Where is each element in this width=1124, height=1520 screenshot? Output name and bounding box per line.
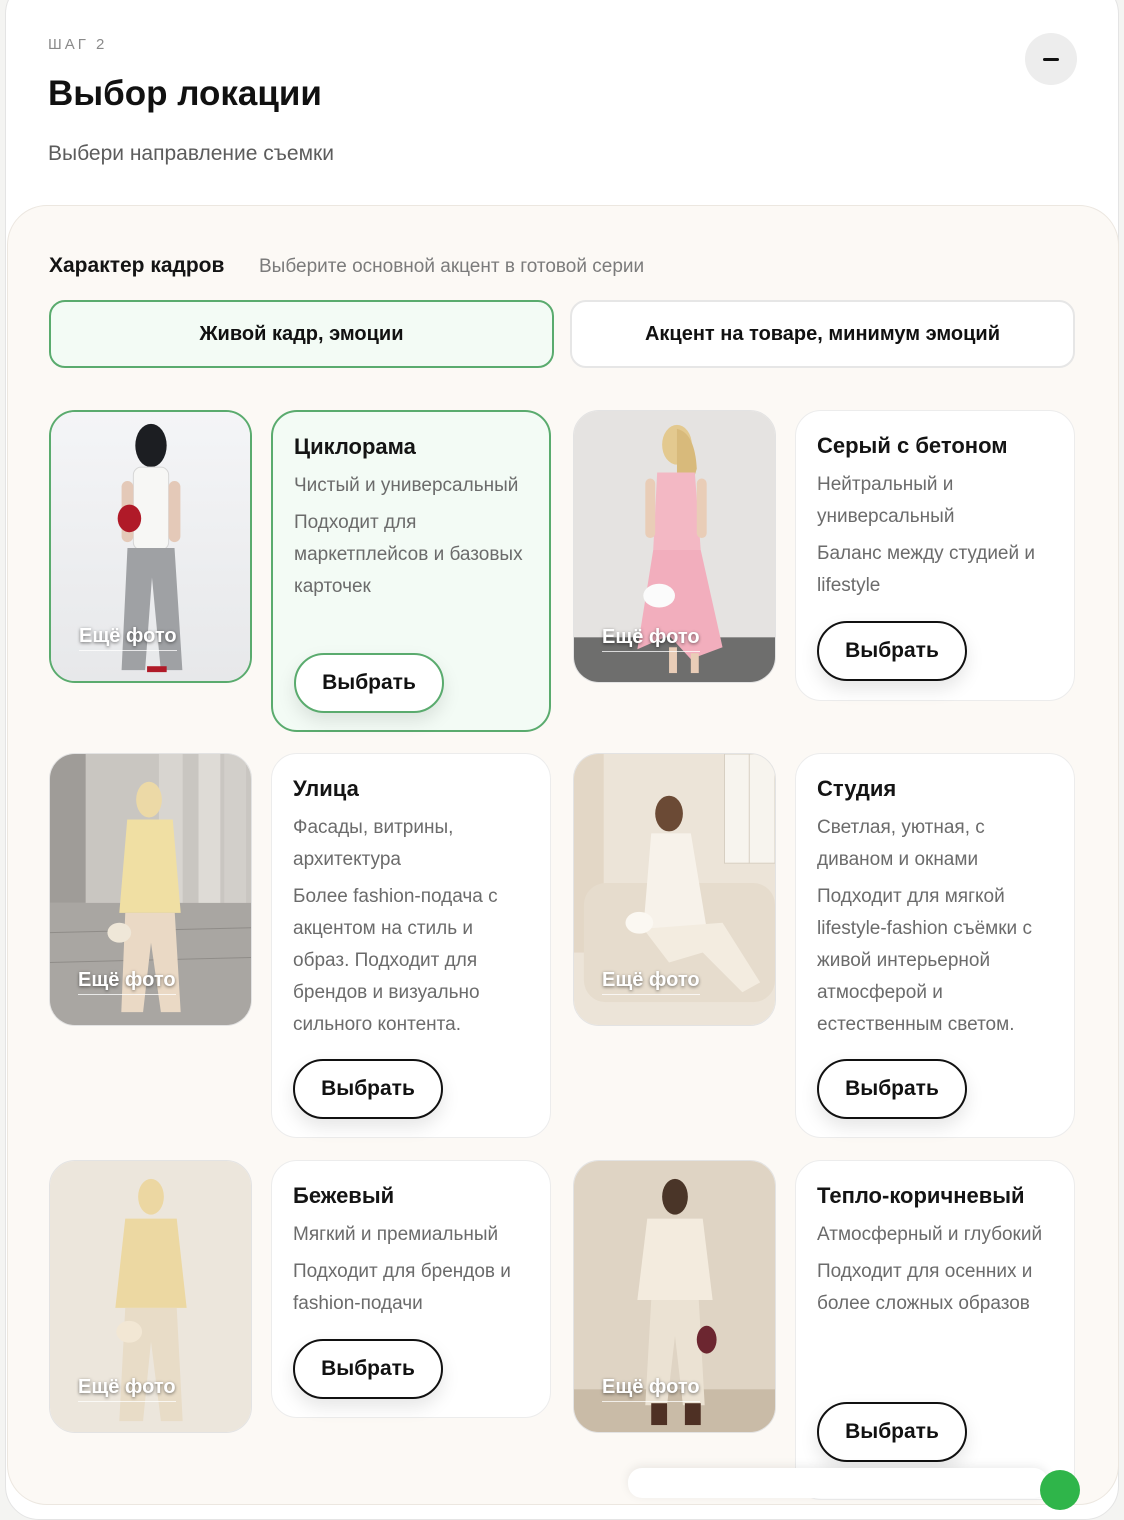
location-title: Циклорама <box>294 434 416 459</box>
location-photo-warm-brown[interactable]: Ещё фото <box>573 1160 776 1433</box>
location-photo-cyclorama[interactable]: Ещё фото <box>49 410 252 683</box>
more-photos-link[interactable]: Ещё фото <box>602 626 700 652</box>
more-photos-link[interactable]: Ещё фото <box>78 1376 176 1402</box>
mode-option-product-focus[interactable]: Акцент на товаре, минимум эмоций <box>570 300 1075 368</box>
location-title: Тепло-коричневый <box>817 1183 1025 1208</box>
location-description: Подходит для мягкой lifestyle-fashion съ… <box>817 886 1032 1035</box>
status-indicator-icon <box>1040 1470 1080 1510</box>
location-photo-street[interactable]: Ещё фото <box>49 753 252 1026</box>
location-photo-studio[interactable]: Ещё фото <box>573 753 776 1026</box>
location-tagline: Чистый и универсальный <box>294 475 519 496</box>
step-label: ШАГ 2 <box>48 36 108 53</box>
minus-icon <box>1043 57 1059 61</box>
character-hint: Выберите основной акцент в готовой серии <box>259 256 645 277</box>
choose-button-street[interactable]: Выбрать <box>293 1059 443 1119</box>
location-photo-grey-concrete[interactable]: Ещё фото <box>573 410 776 683</box>
bottom-floating-bar <box>628 1468 1048 1498</box>
location-description: Подходит для брендов и fashion-подачи <box>293 1261 511 1314</box>
choose-button-beige[interactable]: Выбрать <box>293 1339 443 1399</box>
location-description: Подходит для осенних и более сложных обр… <box>817 1261 1033 1314</box>
location-title: Улица <box>293 776 359 801</box>
location-tagline: Атмосферный и глубокий <box>817 1224 1043 1245</box>
location-tagline: Фасады, витрины, архитектура <box>293 817 454 870</box>
more-photos-link[interactable]: Ещё фото <box>78 969 176 995</box>
location-tagline: Мягкий и премиальный <box>293 1224 499 1245</box>
more-photos-link[interactable]: Ещё фото <box>602 969 700 995</box>
choose-button-warm-brown[interactable]: Выбрать <box>817 1402 967 1462</box>
collapse-button[interactable] <box>1025 33 1077 85</box>
page-title: Выбор локации <box>48 74 322 113</box>
more-photos-link[interactable]: Ещё фото <box>602 1376 700 1402</box>
choose-button-grey-concrete[interactable]: Выбрать <box>817 621 967 681</box>
character-label: Характер кадров <box>49 254 225 277</box>
page-subtitle: Выбери направление съемки <box>48 142 334 165</box>
location-tagline: Светлая, уютная, с диваном и окнами <box>817 817 985 870</box>
location-card-warm-brown: Тепло-коричневый Атмосферный и глубокий … <box>795 1160 1075 1500</box>
choose-button-cyclorama[interactable]: Выбрать <box>294 653 444 713</box>
location-title: Серый с бетоном <box>817 433 1008 458</box>
location-card-grey-concrete: Серый с бетоном Нейтральный и универсаль… <box>795 410 1075 701</box>
location-card-studio: Студия Светлая, уютная, с диваном и окна… <box>795 753 1075 1138</box>
location-tagline: Нейтральный и универсальный <box>817 474 955 527</box>
choose-button-studio[interactable]: Выбрать <box>817 1059 967 1119</box>
location-description: Более fashion-подача с акцентом на стиль… <box>293 886 498 1035</box>
location-card-street: Улица Фасады, витрины, архитектура Более… <box>271 753 551 1138</box>
location-photo-beige[interactable]: Ещё фото <box>49 1160 252 1433</box>
location-description: Подходит для маркетплейсов и базовых кар… <box>294 512 523 597</box>
location-card-beige: Бежевый Мягкий и премиальный Подходит дл… <box>271 1160 551 1418</box>
location-description: Баланс между студией и lifestyle <box>817 543 1036 596</box>
location-card-cyclorama: Циклорама Чистый и универсальный Подходи… <box>271 410 551 732</box>
location-title: Студия <box>817 776 897 801</box>
location-title: Бежевый <box>293 1183 395 1208</box>
more-photos-link[interactable]: Ещё фото <box>79 625 177 651</box>
mode-option-live-emotions[interactable]: Живой кадр, эмоции <box>49 300 554 368</box>
